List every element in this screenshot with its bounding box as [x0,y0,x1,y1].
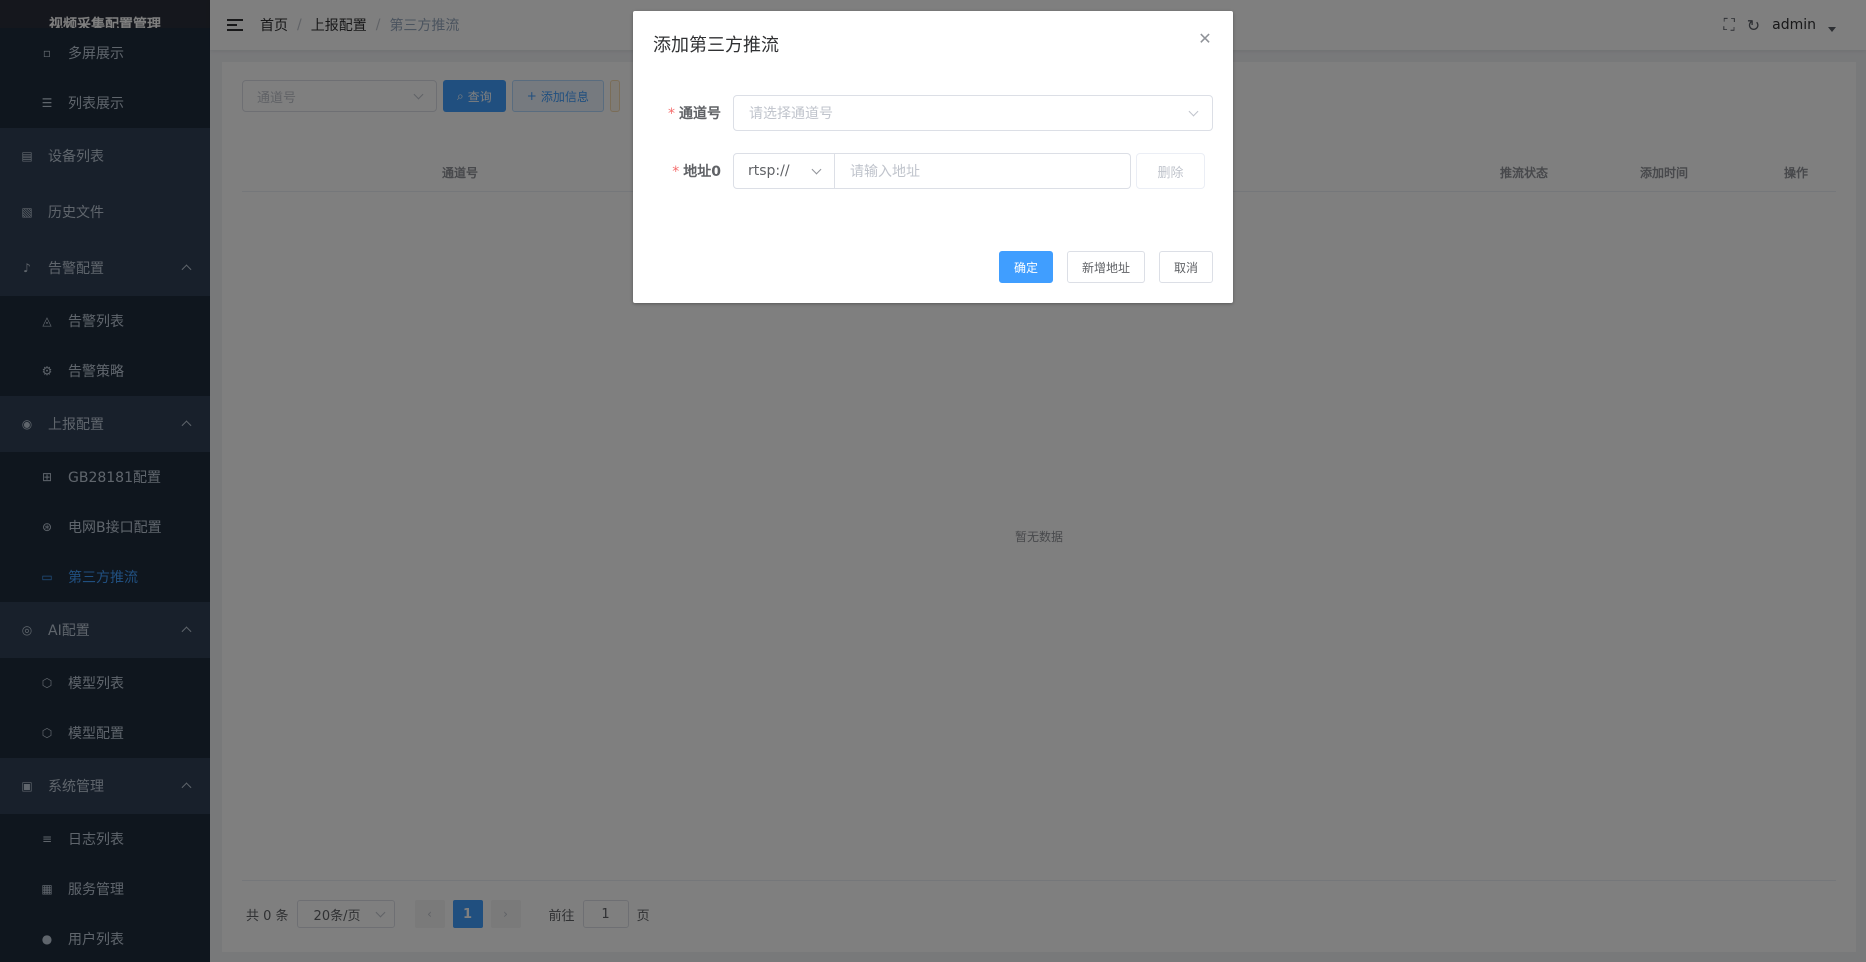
address-form-row: * 地址0 rtsp:// 请输入地址 删除 [633,153,1205,189]
channel-select-placeholder: 请选择通道号 [749,106,833,122]
channel-select[interactable]: 请选择通道号 [733,95,1213,131]
add-push-stream-dialog: 添加第三方推流 ✕ * 通道号 请选择通道号 * 地址0 rtsp:// 请输入地址… [633,11,1233,303]
confirm-button[interactable]: 确定 [998,251,1053,283]
address-input-placeholder: 请输入地址 [850,164,920,180]
required-mark: * [668,106,675,122]
cancel-button[interactable]: 取消 [1158,251,1213,283]
address-input[interactable]: 请输入地址 [835,153,1131,189]
channel-label-text: 通道号 [679,106,721,122]
protocol-value: rtsp:// [748,163,790,179]
dialog-title: 添加第三方推流 [653,35,779,56]
close-icon[interactable]: ✕ [1197,31,1213,47]
address-label-text: 地址0 [683,164,721,180]
required-mark: * [672,164,680,180]
chevron-down-icon [1188,106,1199,116]
dialog-footer: 确定 新增地址 取消 [998,251,1213,283]
chevron-down-icon [811,164,822,174]
channel-label: * 通道号 [633,103,733,123]
protocol-select[interactable]: rtsp:// [733,153,835,189]
address-label: * 地址0 [633,161,733,181]
delete-address-button[interactable]: 删除 [1136,153,1205,189]
add-address-button[interactable]: 新增地址 [1066,251,1145,283]
channel-form-row: * 通道号 请选择通道号 [633,95,1213,131]
